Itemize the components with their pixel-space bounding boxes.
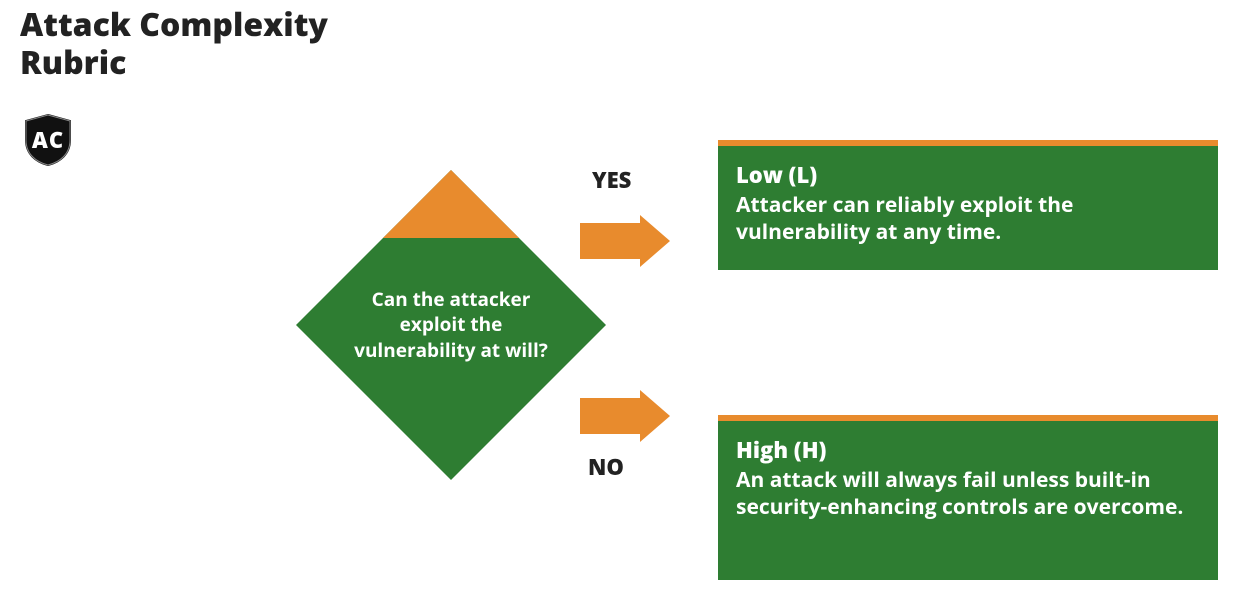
outcome-body-no: An attack will always fail unless built-…: [736, 467, 1200, 522]
decision-question: Can the attacker exploit the vulnerabili…: [296, 170, 606, 480]
outcome-panel-yes: Low (L) Attacker can reliably exploit th…: [718, 140, 1218, 270]
outcome-body-yes: Attacker can reliably exploit the vulner…: [736, 192, 1200, 247]
branch-label-no: NO: [588, 452, 624, 482]
arrow-yes: [580, 215, 670, 272]
metric-badge-label: AC: [20, 112, 76, 168]
outcome-title-yes: Low (L): [736, 160, 1200, 190]
page-title: Attack Complexity Rubric: [20, 6, 328, 83]
metric-badge: AC: [20, 112, 76, 173]
outcome-title-no: High (H): [736, 435, 1200, 465]
outcome-panel-no: High (H) An attack will always fail unle…: [718, 415, 1218, 580]
title-line-1: Attack Complexity: [20, 3, 328, 46]
branch-label-yes: YES: [592, 165, 631, 195]
arrow-right-icon: [580, 215, 670, 267]
arrow-no: [580, 390, 670, 447]
decision-diamond: Can the attacker exploit the vulnerabili…: [296, 170, 606, 480]
arrow-right-icon: [580, 390, 670, 442]
title-line-2: Rubric: [20, 41, 126, 84]
